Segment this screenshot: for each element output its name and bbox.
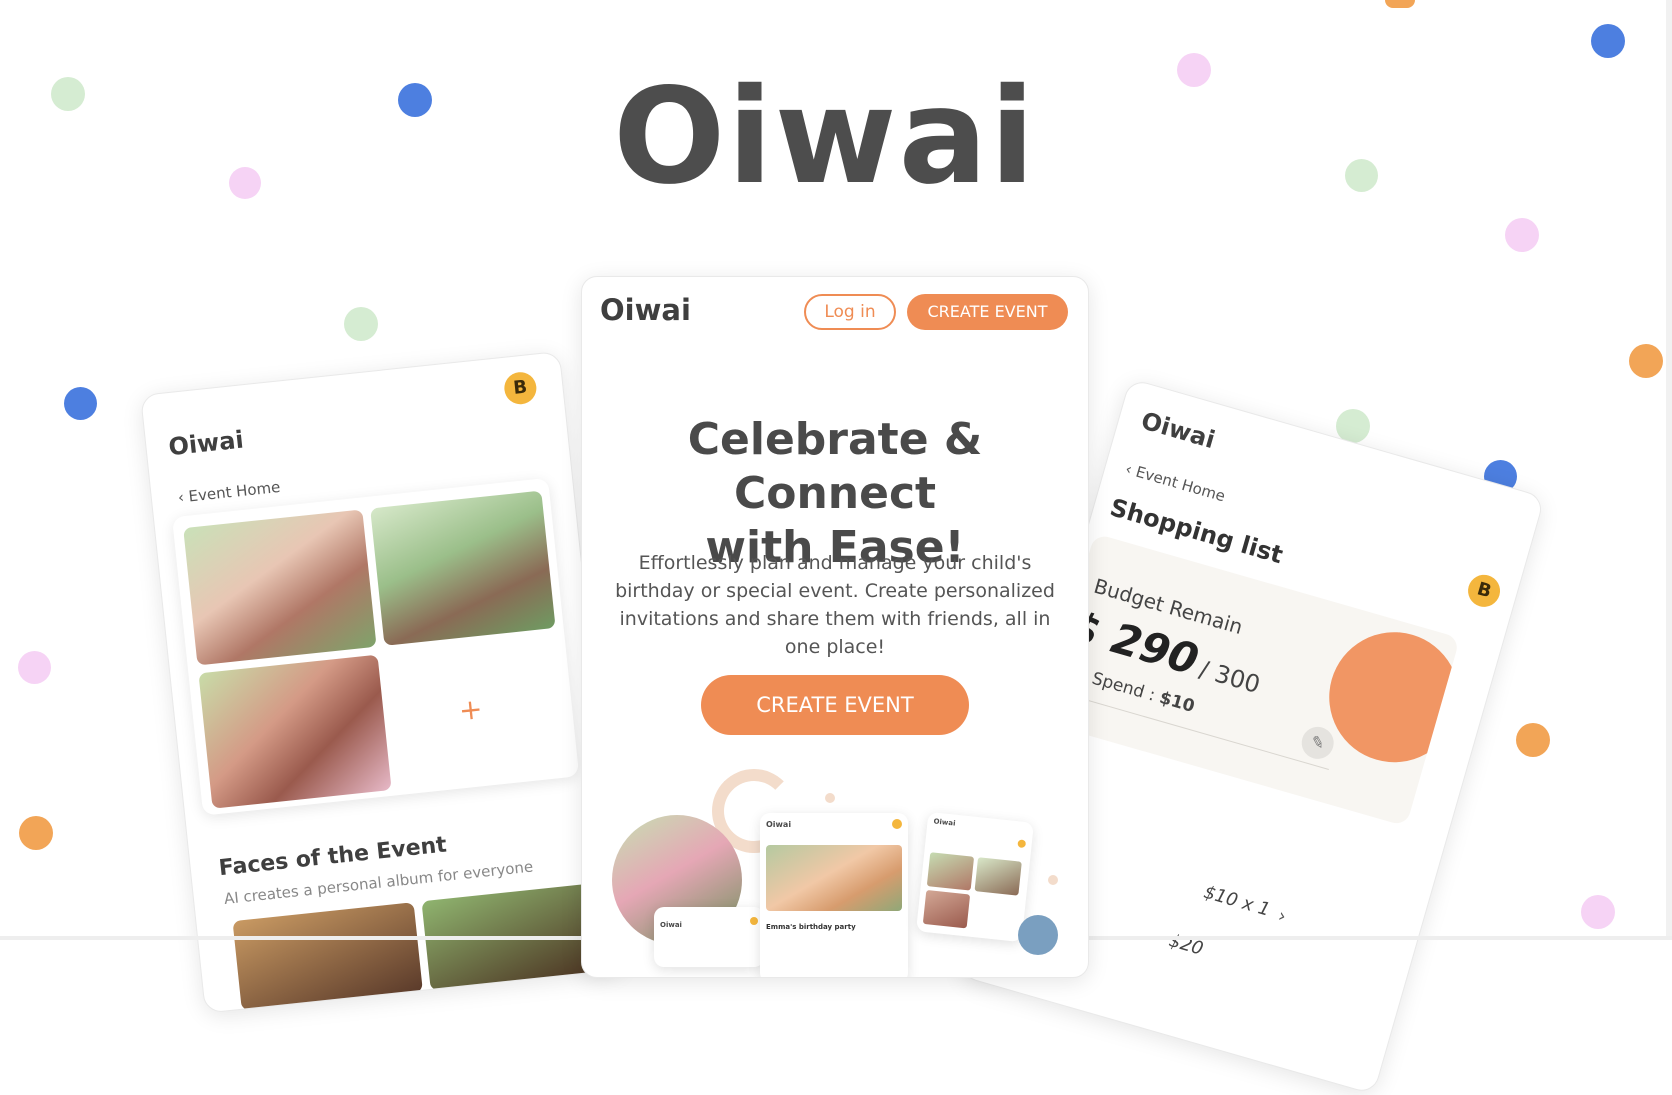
create-event-button[interactable]: CREATE EVENT (701, 675, 969, 735)
decor-dot (825, 793, 835, 803)
description: Effortlessly plan and manage your child'… (615, 552, 1055, 658)
avatar[interactable]: B (1464, 571, 1504, 611)
mini-avatar (750, 917, 758, 925)
plus-icon: + (457, 692, 485, 728)
confetti-dot (1591, 24, 1625, 58)
event-photo[interactable] (198, 654, 392, 809)
confetti-dot (1629, 344, 1663, 378)
confetti-dot (344, 307, 378, 341)
budget-chart-arc (1313, 616, 1461, 778)
preview-screen: Oiwai (654, 907, 764, 967)
card-logo: Oiwai (167, 425, 245, 462)
item-price: $10 x 1 (1201, 881, 1273, 921)
confetti-dot (19, 816, 53, 850)
header-create-event-button[interactable]: CREATE EVENT (907, 294, 1068, 330)
confetti-dot (64, 387, 97, 420)
mini-photo (974, 857, 1022, 896)
photo-grid: + (171, 477, 580, 816)
edit-button[interactable]: ✎ (1297, 723, 1338, 763)
preview-screen: Oiwai (916, 811, 1034, 943)
confetti-dot (1516, 723, 1550, 757)
landing-card: Oiwai Log in CREATE EVENT Celebrate & Co… (581, 276, 1089, 978)
page-edge (1666, 0, 1672, 940)
back-link[interactable]: ‹ Event Home (177, 478, 281, 507)
card-logo: Oiwai (1138, 406, 1219, 455)
decor-circle (1018, 915, 1058, 955)
event-photo[interactable] (183, 509, 377, 666)
mini-avatar (892, 819, 902, 829)
pencil-icon: ✎ (1308, 731, 1327, 754)
mini-avatar (1017, 839, 1027, 849)
item-price: $20 (1166, 930, 1206, 960)
face-photo[interactable] (232, 902, 423, 1011)
confetti-dot (18, 651, 51, 684)
card-logo: Oiwai (600, 293, 691, 327)
chevron-right-icon[interactable]: › (1276, 905, 1289, 927)
budget-panel: Budget Remain $ 290 / 300 otal Spend : $… (1040, 533, 1461, 827)
confetti-dot (1581, 895, 1615, 929)
event-photo[interactable] (370, 490, 556, 646)
decor-dot (1048, 875, 1058, 885)
mini-photo (926, 852, 975, 891)
mini-photo (922, 889, 971, 929)
app-preview: Oiwai Oiwai Emma's birthday party Oiwai (582, 769, 1088, 977)
confetti-dot (1505, 218, 1539, 252)
mini-photo (766, 845, 902, 911)
add-photo-button[interactable]: + (454, 692, 487, 728)
avatar[interactable]: B (502, 370, 538, 406)
login-button[interactable]: Log in (804, 294, 896, 330)
preview-screen: Oiwai Emma's birthday party (760, 813, 908, 977)
hero-title: Oiwai (613, 60, 1037, 214)
back-link[interactable]: ‹ Event Home (1123, 460, 1227, 506)
event-album-card: Oiwai B ‹ Event Home + Faces of the Even… (140, 350, 625, 1014)
confetti-dot (1385, 0, 1415, 8)
